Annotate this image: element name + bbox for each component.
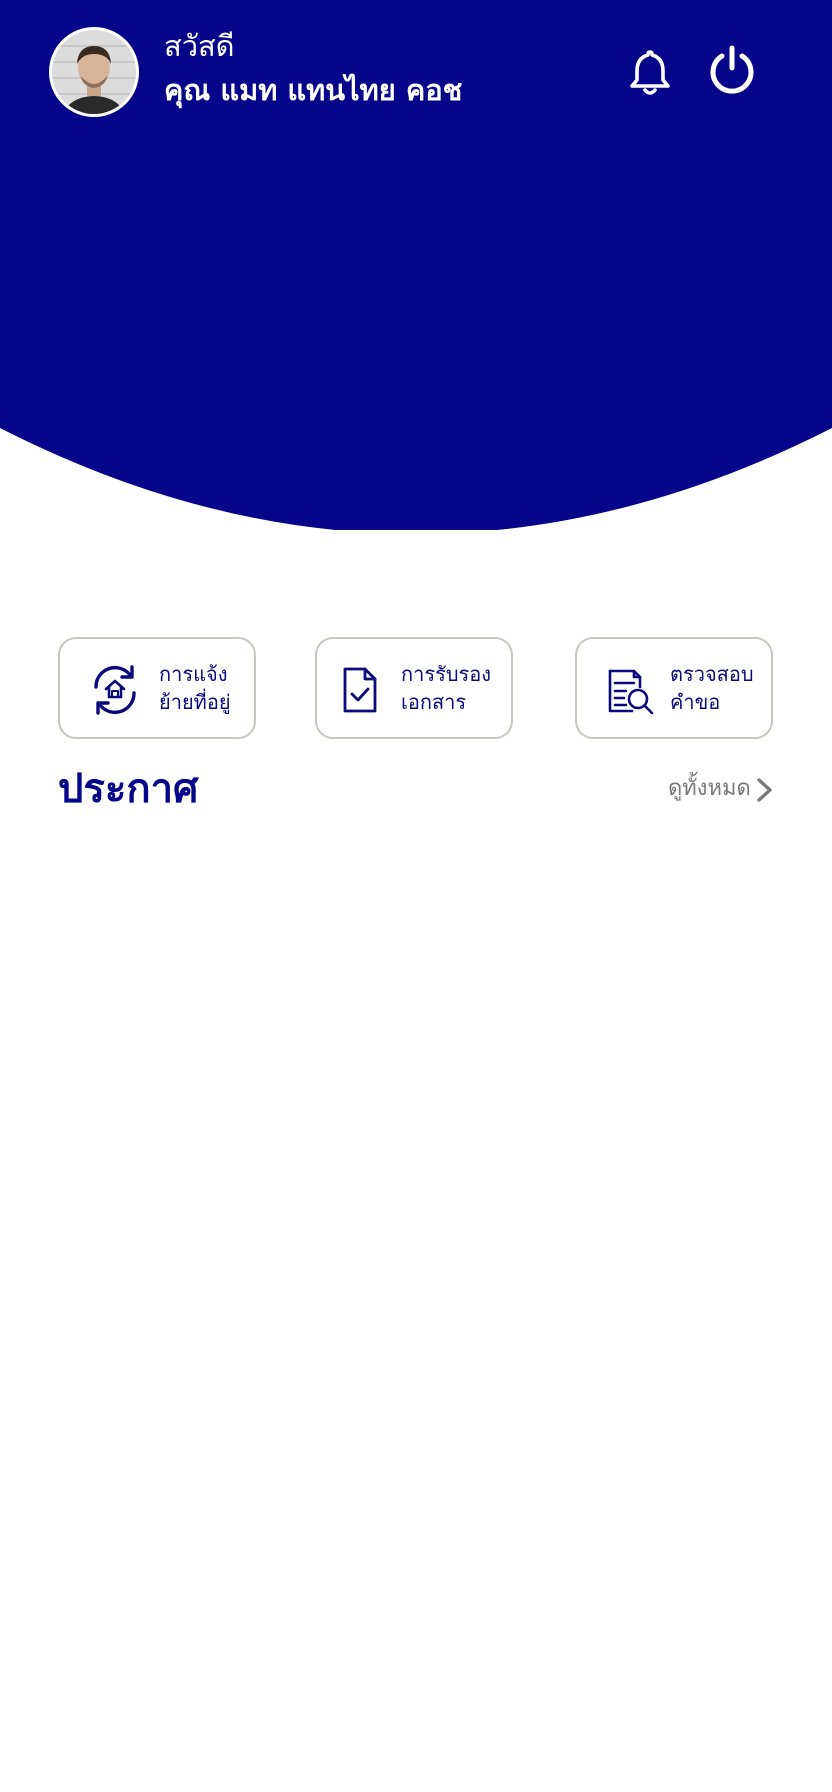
quick-action-label: การรับรอง เอกสาร: [401, 662, 492, 714]
announcements-title: ประกาศ: [58, 766, 199, 812]
quick-action-label: การแจ้ง ย้ายที่อยู่: [159, 662, 231, 714]
quick-action-address-change[interactable]: การแจ้ง ย้ายที่อยู่: [58, 637, 256, 739]
avatar[interactable]: [49, 27, 139, 117]
document-search-icon: [604, 663, 658, 717]
home-sync-icon: [88, 663, 142, 717]
user-name: คุณ แมท แทนไทย คอช: [164, 73, 463, 107]
quick-action-label: ตรวจสอบ คำขอ: [670, 662, 754, 714]
chevron-right-icon[interactable]: [752, 776, 776, 804]
bell-icon[interactable]: [624, 46, 676, 98]
quick-action-document-certification[interactable]: การรับรอง เอกสาร: [315, 637, 513, 739]
document-check-icon: [333, 663, 387, 717]
quick-action-check-request[interactable]: ตรวจสอบ คำขอ: [575, 637, 773, 739]
greeting-text: สวัสดี: [164, 29, 235, 63]
see-all-link[interactable]: ดูทั้งหมด: [668, 772, 751, 806]
power-icon[interactable]: [706, 44, 758, 96]
